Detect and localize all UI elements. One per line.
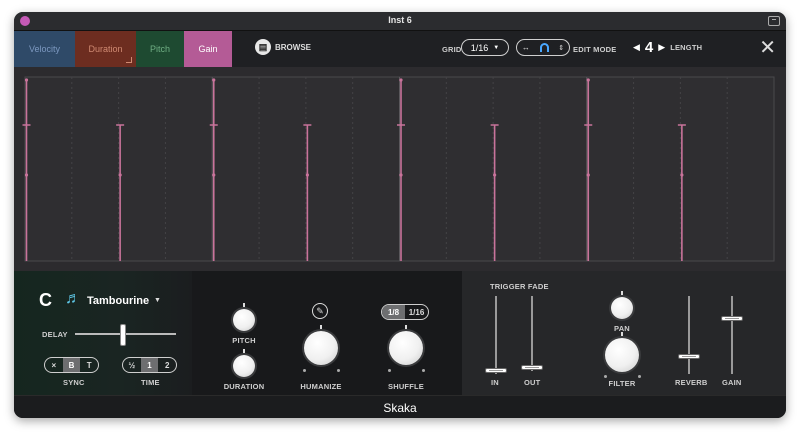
edit-mode-label: EDIT MODE	[573, 45, 617, 54]
step-grid[interactable]	[14, 67, 786, 271]
close-icon[interactable]: ✕	[759, 38, 776, 58]
tab-duration[interactable]: Duration	[75, 31, 136, 67]
humanize-label: HUMANIZE	[300, 382, 342, 391]
instrument-name[interactable]: Tambourine	[87, 295, 149, 307]
filter-min-dot	[604, 375, 607, 378]
instrument-panel: C ♬ Tambourine ▼ DELAY × B T SYNC ½ 1 2 …	[14, 271, 192, 395]
sync-selector[interactable]: × B T	[44, 357, 99, 373]
shuffle-label: SHUFFLE	[388, 382, 424, 391]
browse-label: BROWSE	[275, 42, 311, 52]
step-marker-dot[interactable]	[493, 173, 497, 177]
toolbar: Velocity Duration Pitch Gain ▤ BROWSE GR…	[14, 31, 786, 67]
duration-knob[interactable]	[233, 355, 255, 377]
grid-select[interactable]: 1/16 ▼	[461, 39, 509, 56]
time-option-2[interactable]: 2	[158, 358, 176, 372]
humanize-knob[interactable]	[304, 331, 338, 365]
window-title: Inst 6	[388, 15, 412, 25]
edit-mode-selector[interactable]: ↔ ⇕	[516, 39, 570, 56]
humanize-min-dot	[303, 369, 306, 372]
step-marker-dot[interactable]	[586, 173, 590, 177]
time-option-1[interactable]: 1	[140, 358, 159, 372]
reverb-fader-track[interactable]	[688, 296, 690, 374]
note-label[interactable]: C	[39, 290, 52, 311]
filter-label: FILTER	[608, 379, 636, 388]
pencil-icon[interactable]: ✎	[312, 303, 328, 319]
step-marker-top[interactable]	[586, 78, 590, 82]
time-label: TIME	[141, 378, 160, 387]
gain-fader-track[interactable]	[731, 296, 733, 374]
tab-velocity[interactable]: Velocity	[14, 31, 75, 67]
gain-fader-thumb[interactable]	[721, 316, 743, 321]
magnet-icon	[539, 43, 549, 52]
humanize-max-dot	[337, 369, 340, 372]
stepper-icon: ⇕	[558, 44, 565, 52]
step-marker-dot[interactable]	[24, 173, 29, 177]
length-control: ◀ 4 ▶ LENGTH	[633, 39, 702, 56]
delay-slider-thumb[interactable]	[120, 324, 126, 346]
horizontal-arrows-icon: ↔	[521, 43, 530, 52]
shuffle-min-dot	[388, 369, 391, 372]
pan-knob[interactable]	[611, 297, 633, 319]
fade-in-thumb[interactable]	[485, 368, 507, 373]
fade-out-track[interactable]	[531, 296, 533, 371]
sync-option-t[interactable]: T	[80, 358, 98, 372]
sync-option-off[interactable]: ×	[45, 358, 63, 372]
shuffle-max-dot	[422, 369, 425, 372]
reverb-label: REVERB	[675, 378, 708, 387]
plugin-window: Inst 6 Velocity Duration Pitch Gain ▤ BR…	[14, 12, 786, 418]
pitch-label: PITCH	[232, 336, 256, 345]
footer-name: Skaka	[14, 395, 786, 418]
step-editor[interactable]	[14, 67, 786, 271]
browse-icon: ▤	[255, 39, 271, 55]
title-bar: Inst 6	[14, 12, 786, 31]
fade-out-label: OUT	[524, 378, 541, 387]
step-marker-dot[interactable]	[212, 173, 216, 177]
step-marker-top[interactable]	[399, 78, 403, 82]
window-resize-icon[interactable]	[768, 16, 780, 26]
shuffle-mode-selector[interactable]: 1/8 1/16	[381, 304, 429, 320]
step-marker-dot[interactable]	[118, 173, 122, 177]
tab-gain[interactable]: Gain	[184, 31, 232, 67]
shuffle-knob[interactable]	[389, 331, 423, 365]
time-selector[interactable]: ½ 1 2	[122, 357, 177, 373]
filter-max-dot	[638, 375, 641, 378]
length-decrease-icon[interactable]: ◀	[633, 42, 640, 53]
fade-in-label: IN	[491, 378, 499, 387]
filter-knob[interactable]	[605, 338, 639, 372]
tab-pitch[interactable]: Pitch	[136, 31, 184, 67]
browse-button[interactable]: ▤ BROWSE	[255, 39, 311, 55]
step-marker-top[interactable]	[212, 78, 216, 82]
trigger-fade-label: TRIGGER FADE	[490, 282, 549, 291]
step-marker-dot[interactable]	[680, 173, 684, 177]
step-marker-dot[interactable]	[305, 173, 309, 177]
length-label: LENGTH	[670, 43, 703, 52]
chevron-down-icon: ▼	[493, 44, 500, 51]
bottom-panel: C ♬ Tambourine ▼ DELAY × B T SYNC ½ 1 2 …	[14, 271, 786, 395]
length-increase-icon[interactable]: ▶	[658, 42, 665, 53]
delay-label: DELAY	[42, 330, 68, 339]
grid-label: GRID	[442, 45, 462, 54]
sync-option-b[interactable]: B	[62, 358, 81, 372]
gain-label: GAIN	[722, 378, 742, 387]
duration-label: DURATION	[223, 382, 265, 391]
fade-in-track[interactable]	[495, 296, 497, 374]
pitch-knob[interactable]	[233, 309, 255, 331]
chevron-down-icon[interactable]: ▼	[154, 297, 161, 304]
length-value: 4	[644, 39, 654, 56]
step-marker-dot[interactable]	[399, 173, 403, 177]
grid-value: 1/16	[470, 42, 489, 53]
reverb-fader-thumb[interactable]	[678, 354, 700, 359]
step-marker-top[interactable]	[24, 78, 29, 82]
sync-label: SYNC	[63, 378, 85, 387]
shuffle-option-eighth[interactable]: 1/8	[382, 305, 405, 319]
shuffle-option-sixteenth[interactable]: 1/16	[405, 305, 428, 319]
tambourine-icon: ♬	[65, 290, 81, 307]
time-option-half[interactable]: ½	[123, 358, 141, 372]
fade-out-thumb[interactable]	[521, 365, 543, 370]
